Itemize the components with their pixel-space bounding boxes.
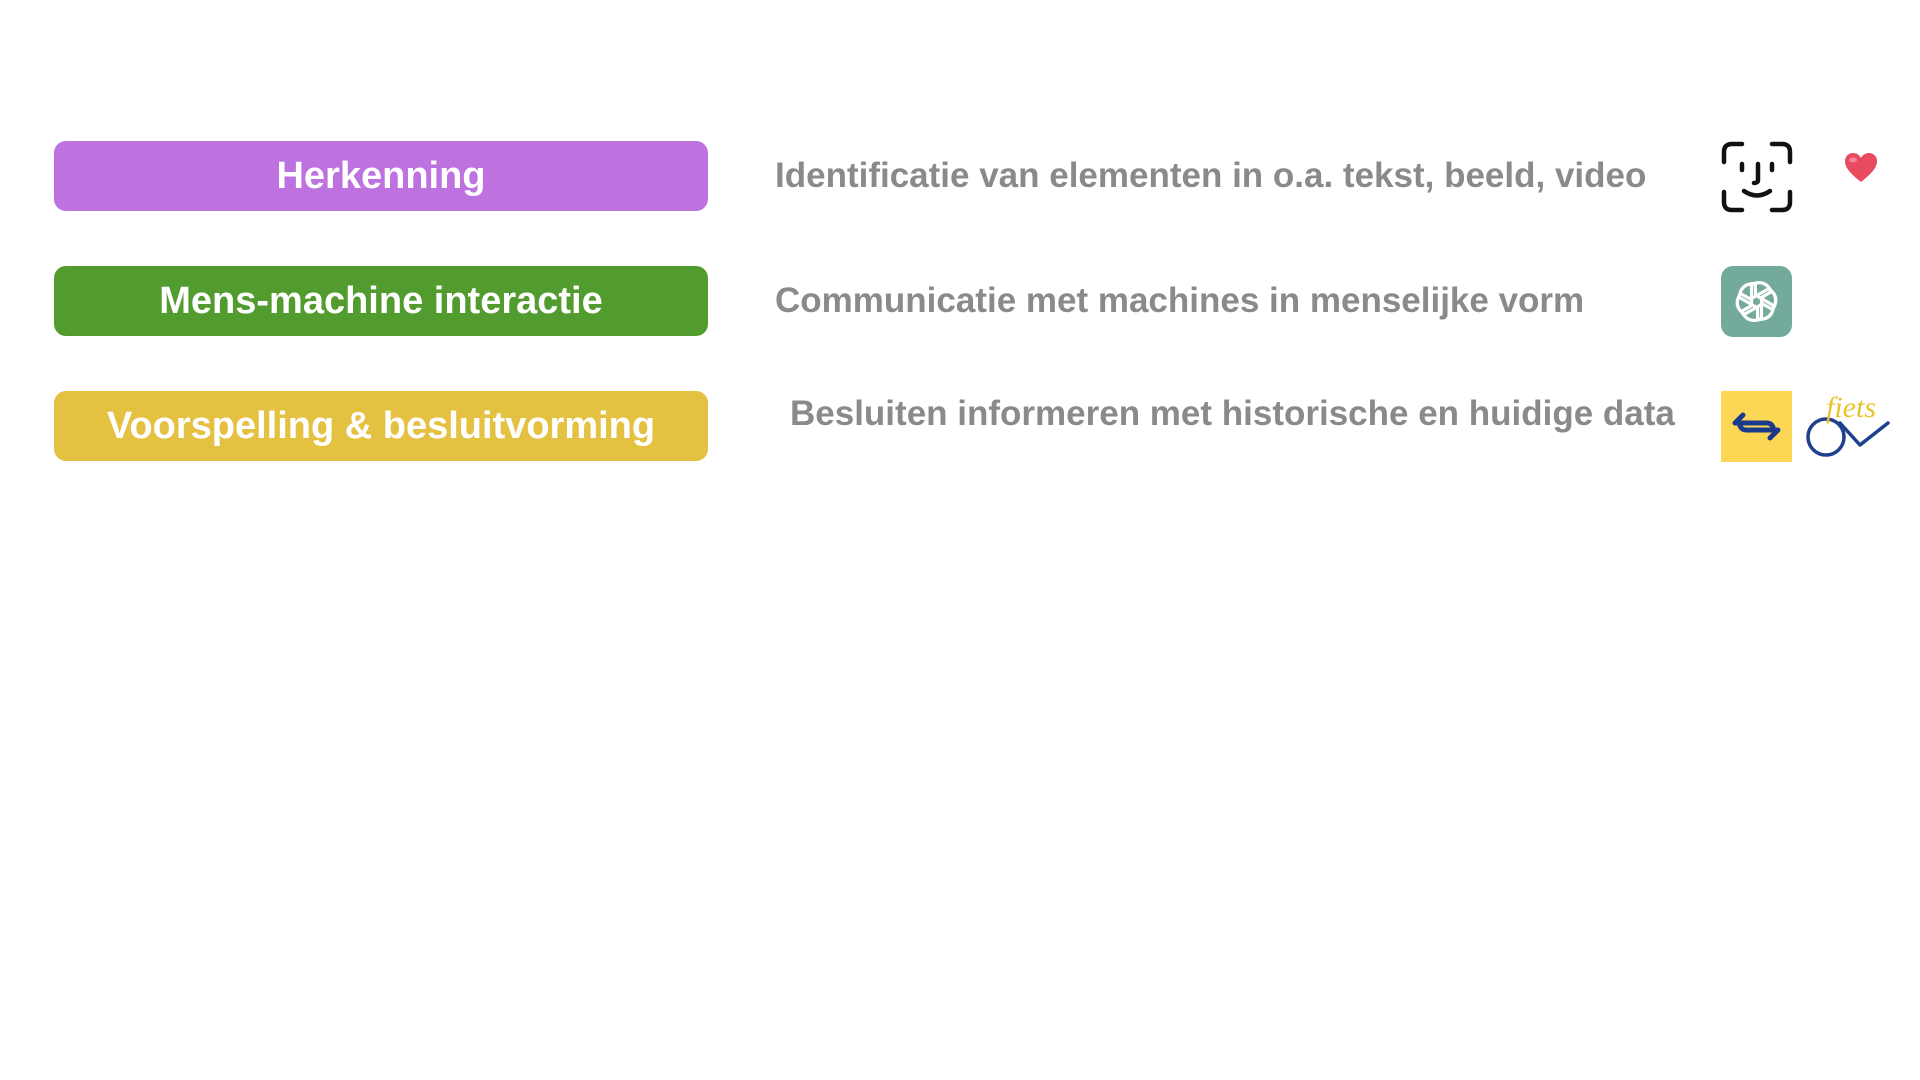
row-voorspelling-besluitvorming: Voorspelling & besluitvorming Besluiten … [0,391,1920,462]
label-pill-voorspelling-besluitvorming[interactable]: Voorspelling & besluitvorming [54,391,708,461]
row-herkenning: Herkenning Identificatie van elementen i… [0,141,1920,213]
face-id-icon [1721,141,1793,213]
label-pill-herkenning[interactable]: Herkenning [54,141,708,211]
openai-logo-icon [1721,266,1792,337]
description-herkenning: Identificatie van elementen in o.a. teks… [775,156,1647,195]
label-pill-mens-machine-interactie[interactable]: Mens-machine interactie [54,266,708,336]
ov-fiets-logo-text: fiets [1826,391,1876,424]
description-voorspelling-besluitvorming: Besluiten informeren met historische en … [790,394,1675,433]
description-mens-machine-interactie: Communicatie met machines in menselijke … [775,281,1585,320]
ns-logo-icon [1721,391,1792,462]
ov-fiets-logo-icon: fiets [1806,391,1890,457]
row-mens-machine-interactie: Mens-machine interactie Communicatie met… [0,266,1920,337]
heart-icon [1845,153,1877,182]
